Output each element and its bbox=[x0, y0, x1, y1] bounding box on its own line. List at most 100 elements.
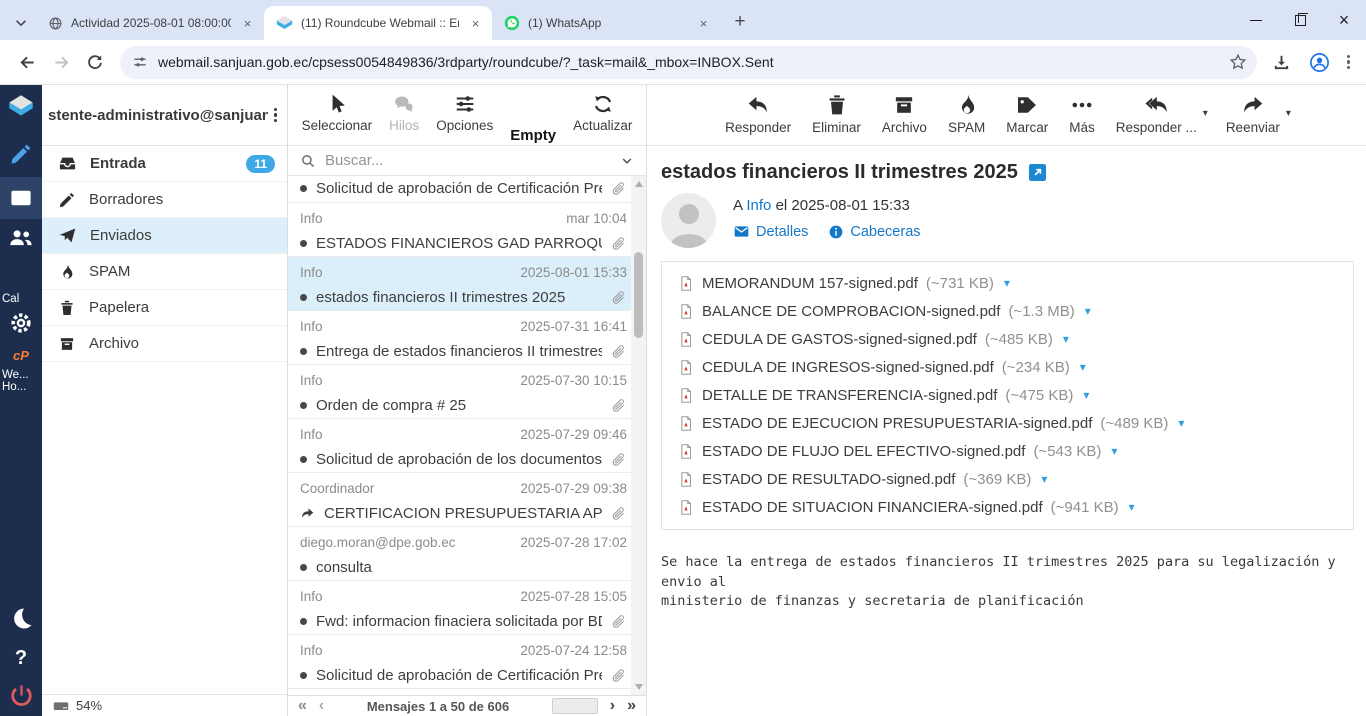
help-button[interactable]: ? bbox=[15, 647, 27, 670]
attachment-menu-caret-icon[interactable]: ▾ bbox=[1083, 388, 1089, 402]
headers-link[interactable]: Cabeceras bbox=[828, 224, 920, 240]
options-button[interactable]: Opciones bbox=[433, 93, 496, 145]
select-button[interactable]: Seleccionar bbox=[299, 93, 376, 145]
attachment-name[interactable]: ESTADO DE RESULTADO-signed.pdf bbox=[702, 471, 955, 488]
list-scrollbar[interactable] bbox=[631, 176, 646, 695]
attachment-name[interactable]: ESTADO DE SITUACION FINANCIERA-signed.pd… bbox=[702, 499, 1043, 516]
message-subject[interactable]: Solicitud de aprobación de Certificación… bbox=[316, 667, 602, 684]
message-row[interactable]: Info2025-07-29 09:46 Solicitud de aproba… bbox=[288, 419, 631, 473]
attachment-item[interactable]: CEDULA DE INGRESOS-signed-signed.pdf (~2… bbox=[662, 353, 1353, 381]
message-subject[interactable]: ESTADOS FINANCIEROS GAD PARROQUIAL... bbox=[316, 235, 602, 252]
reload-button[interactable] bbox=[78, 45, 112, 79]
empty-folder-button[interactable]: Empty bbox=[507, 93, 559, 145]
first-page-button[interactable]: « bbox=[298, 698, 307, 714]
reply-all-button[interactable]: Responder ... bbox=[1113, 93, 1200, 135]
details-link[interactable]: Detalles bbox=[733, 223, 808, 240]
bookmark-star-icon[interactable] bbox=[1229, 53, 1247, 71]
message-row[interactable]: Info2025-07-24 12:58 Solicitud de aproba… bbox=[288, 635, 631, 689]
attachment-menu-caret-icon[interactable]: ▾ bbox=[1085, 304, 1091, 318]
forward-button[interactable] bbox=[44, 45, 78, 79]
sidebar-item-papelera[interactable]: Papelera bbox=[42, 290, 287, 326]
attachment-item[interactable]: DETALLE DE TRANSFERENCIA-signed.pdf (~47… bbox=[662, 381, 1353, 409]
compose-button[interactable] bbox=[9, 142, 33, 166]
attachment-item[interactable]: ESTADO DE SITUACION FINANCIERA-signed.pd… bbox=[662, 493, 1353, 521]
more-button[interactable]: Más bbox=[1066, 93, 1098, 145]
sidebar-item-spam[interactable]: SPAM bbox=[42, 254, 287, 290]
profile-button[interactable] bbox=[1303, 45, 1337, 79]
attachment-item[interactable]: MEMORANDUM 157-signed.pdf (~731 KB) ▾ bbox=[662, 269, 1353, 297]
threads-button[interactable]: Hilos bbox=[386, 93, 422, 145]
spam-button[interactable]: SPAM bbox=[945, 93, 988, 145]
restore-button[interactable] bbox=[1278, 0, 1322, 40]
attachment-menu-caret-icon[interactable]: ▾ bbox=[1129, 500, 1135, 514]
message-row[interactable]: Infomar 10:04 ESTADOS FINANCIEROS GAD PA… bbox=[288, 203, 631, 257]
attachment-menu-caret-icon[interactable]: ▾ bbox=[1041, 472, 1047, 486]
refresh-button[interactable]: Actualizar bbox=[570, 93, 635, 145]
message-row-selected[interactable]: Info2025-08-01 15:33 estados financieros… bbox=[288, 257, 631, 311]
new-tab-button[interactable]: + bbox=[726, 8, 754, 36]
cpanel-logo[interactable]: cP bbox=[13, 348, 29, 363]
attachment-item[interactable]: ESTADO DE EJECUCION PRESUPUESTARIA-signe… bbox=[662, 409, 1353, 437]
account-header[interactable]: stente-administrativo@sanjuan.gob.ec bbox=[42, 85, 287, 146]
reply-all-caret-icon[interactable]: ▾ bbox=[1203, 108, 1208, 119]
next-page-button[interactable]: › bbox=[610, 698, 615, 714]
prev-page-button[interactable]: ‹ bbox=[319, 698, 324, 714]
tab-search-chevron-icon[interactable] bbox=[6, 6, 36, 40]
message-subject[interactable]: consulta bbox=[316, 559, 627, 576]
message-subject[interactable]: CERTIFICACION PRESUPUESTARIA APROB... bbox=[324, 505, 602, 522]
page-number-input[interactable] bbox=[552, 698, 598, 714]
archive-button[interactable]: Archivo bbox=[879, 93, 930, 145]
message-subject[interactable]: Orden de compra # 25 bbox=[316, 397, 602, 414]
tab-close-icon[interactable]: × bbox=[695, 15, 712, 32]
mark-button[interactable]: Marcar bbox=[1003, 93, 1051, 145]
dark-mode-button[interactable] bbox=[9, 606, 34, 631]
tab-roundcube[interactable]: (11) Roundcube Webmail :: Envi × bbox=[264, 6, 492, 40]
message-row[interactable]: Info2025-07-28 15:05 Fwd: informacion fi… bbox=[288, 581, 631, 635]
scroll-up-arrow[interactable] bbox=[635, 181, 643, 187]
message-subject[interactable]: Solicitud de aprobación de Certificación… bbox=[316, 180, 602, 197]
url-text[interactable]: webmail.sanjuan.gob.ec/cpsess0054849836/… bbox=[158, 54, 1219, 70]
delete-button[interactable]: Eliminar bbox=[809, 93, 864, 145]
message-row[interactable]: Coordinador2025-07-29 09:38 CERTIFICACIO… bbox=[288, 473, 631, 527]
attachment-menu-caret-icon[interactable]: ▾ bbox=[1004, 276, 1010, 290]
sidebar-item-archivo[interactable]: Archivo bbox=[42, 326, 287, 362]
forward-button[interactable]: Reenviar bbox=[1223, 93, 1283, 135]
search-options-chevron-icon[interactable] bbox=[620, 154, 634, 168]
attachment-item[interactable]: ESTADO DE FLUJO DEL EFECTIVO-signed.pdf … bbox=[662, 437, 1353, 465]
minimize-button[interactable] bbox=[1234, 0, 1278, 40]
chrome-menu-button[interactable] bbox=[1341, 49, 1356, 76]
logout-button[interactable] bbox=[9, 683, 34, 708]
attachment-menu-caret-icon[interactable]: ▾ bbox=[1178, 416, 1184, 430]
attachment-name[interactable]: DETALLE DE TRANSFERENCIA-signed.pdf bbox=[702, 387, 997, 404]
attachment-name[interactable]: CEDULA DE GASTOS-signed-signed.pdf bbox=[702, 331, 977, 348]
back-button[interactable] bbox=[10, 45, 44, 79]
tab-close-icon[interactable]: × bbox=[239, 15, 256, 32]
close-button[interactable]: × bbox=[1322, 0, 1366, 40]
downloads-button[interactable] bbox=[1265, 45, 1299, 79]
message-subject[interactable]: Entrega de estados financieros II trimes… bbox=[316, 343, 602, 360]
message-row[interactable]: diego.moran@dpe.gob.ec2025-07-28 17:02 c… bbox=[288, 527, 631, 581]
tab-whatsapp[interactable]: (1) WhatsApp × bbox=[492, 6, 720, 40]
attachment-item[interactable]: CEDULA DE GASTOS-signed-signed.pdf (~485… bbox=[662, 325, 1353, 353]
message-subject[interactable]: Fwd: informacion finaciera solicitada po… bbox=[316, 613, 602, 630]
site-info-icon[interactable] bbox=[132, 54, 148, 70]
message-row[interactable]: Info2025-07-31 16:41 Entrega de estados … bbox=[288, 311, 631, 365]
attachment-name[interactable]: MEMORANDUM 157-signed.pdf bbox=[702, 275, 918, 292]
rail-contacts-button[interactable] bbox=[8, 225, 34, 251]
attachment-name[interactable]: BALANCE DE COMPROBACION-signed.pdf bbox=[702, 303, 1000, 320]
reply-button[interactable]: Responder bbox=[722, 93, 794, 145]
rail-calendar-label[interactable]: Cal bbox=[0, 293, 19, 305]
rail-settings-button[interactable] bbox=[9, 311, 33, 335]
attachment-menu-caret-icon[interactable]: ▾ bbox=[1080, 360, 1086, 374]
forward-caret-icon[interactable]: ▾ bbox=[1286, 108, 1291, 119]
url-field[interactable]: webmail.sanjuan.gob.ec/cpsess0054849836/… bbox=[120, 46, 1257, 79]
rail-mail-button[interactable] bbox=[0, 177, 42, 219]
attachment-name[interactable]: CEDULA DE INGRESOS-signed-signed.pdf bbox=[702, 359, 994, 376]
attachment-menu-caret-icon[interactable]: ▾ bbox=[1063, 332, 1069, 346]
attachment-name[interactable]: ESTADO DE FLUJO DEL EFECTIVO-signed.pdf bbox=[702, 443, 1025, 460]
sidebar-item-enviados[interactable]: Enviados bbox=[42, 218, 287, 254]
sidebar-item-borradores[interactable]: Borradores bbox=[42, 182, 287, 218]
attachment-item[interactable]: BALANCE DE COMPROBACION-signed.pdf (~1.3… bbox=[662, 297, 1353, 325]
account-menu-button[interactable] bbox=[268, 104, 283, 126]
attachment-name[interactable]: ESTADO DE EJECUCION PRESUPUESTARIA-signe… bbox=[702, 415, 1092, 432]
